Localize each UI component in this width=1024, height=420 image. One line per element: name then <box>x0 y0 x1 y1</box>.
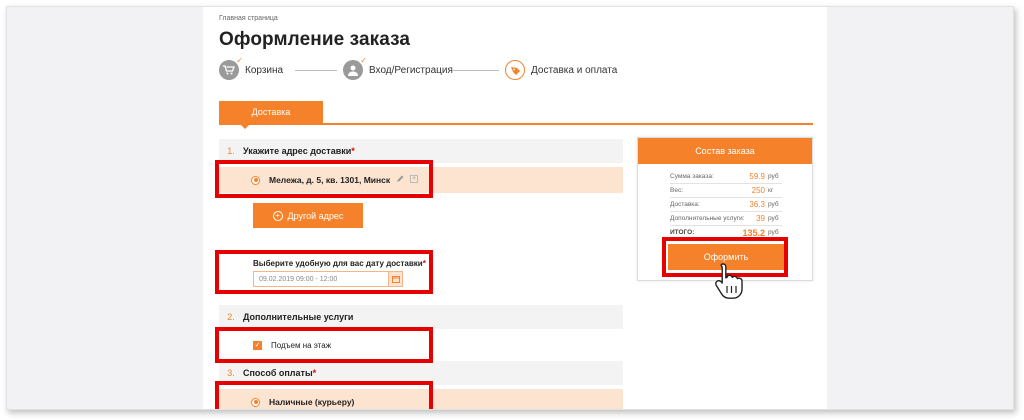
required-mark: * <box>422 259 426 268</box>
hand-cursor-icon <box>715 263 743 299</box>
step-connector <box>295 70 337 71</box>
order-row-key: Сумма заказа: <box>670 173 714 180</box>
tab-delivery[interactable]: Доставка <box>219 101 323 123</box>
required-mark: * <box>351 146 355 156</box>
step-login[interactable]: ✓ Вход/Регистрация <box>343 56 453 81</box>
order-row-value: 135.2 <box>742 227 765 238</box>
order-summary-title: Состав заказа <box>638 138 812 164</box>
section-number: 2. <box>227 312 235 322</box>
floor-lift-checkbox[interactable]: ✓ <box>253 340 262 350</box>
order-row-unit: руб <box>768 173 779 180</box>
screenshot-frame: Главная страница Оформление заказа ✓ Кор… <box>6 6 1014 410</box>
step-check-icon: ✓ <box>236 56 243 65</box>
button-label: Оформить <box>703 252 749 262</box>
calendar-icon[interactable] <box>388 272 402 286</box>
page-title: Оформление заказа <box>219 29 411 50</box>
order-row: Дополнительные услуги: 39 руб <box>670 212 782 226</box>
section-title: Дополнительные услуги <box>243 312 354 322</box>
address-option[interactable]: Мележа, д. 5, кв. 1301, Минск + <box>219 167 623 193</box>
order-row: Сумма заказа: 59.9 руб <box>670 170 782 184</box>
user-icon: ✓ <box>343 56 367 80</box>
order-row-value: 59.9 <box>749 172 765 181</box>
other-address-button[interactable]: + Другой адрес <box>253 203 363 228</box>
address-radio[interactable] <box>251 175 260 185</box>
expand-icon[interactable]: + <box>410 175 419 183</box>
order-row-value: 39 <box>756 214 765 223</box>
order-row-value: 250 <box>751 186 765 195</box>
order-row-unit: кг <box>768 187 774 194</box>
order-row: Вес: 250 кг <box>670 184 782 198</box>
section-extra-services: 2. Дополнительные услуги <box>219 305 623 329</box>
cart-icon: ✓ <box>219 56 243 80</box>
step-label: Доставка и оплата <box>531 64 618 76</box>
tab-arrow <box>239 123 251 129</box>
order-row: Доставка: 36.3 руб <box>670 198 782 212</box>
date-label: Выберите удобную для вас дату доставки* <box>253 259 426 268</box>
tab-bar: Доставка <box>219 101 813 129</box>
breadcrumb[interactable]: Главная страница <box>219 15 278 22</box>
payment-radio[interactable] <box>251 397 260 407</box>
order-row-key: Дополнительные услуги: <box>670 215 745 222</box>
order-row-unit: руб <box>768 201 779 208</box>
payment-option[interactable]: Наличные (курьеру) <box>219 389 623 409</box>
address-text: Мележа, д. 5, кв. 1301, Минск <box>269 175 391 185</box>
step-label: Вход/Регистрация <box>369 64 453 76</box>
order-total-row: ИТОГО: 135.2 руб <box>670 226 782 240</box>
checkout-page: Главная страница Оформление заказа ✓ Кор… <box>203 7 827 409</box>
order-row-key: Доставка: <box>670 201 700 208</box>
checkout-steps: ✓ Корзина ✓ Вход/Регистрация Доставка и … <box>219 56 819 81</box>
date-value: 09.02.2019 09:00 - 12:00 <box>259 275 338 283</box>
delivery-icon <box>505 60 525 80</box>
step-cart[interactable]: ✓ Корзина <box>219 56 284 81</box>
step-check-icon: ✓ <box>360 56 367 65</box>
required-mark: * <box>312 368 317 378</box>
section-title: Способ оплаты <box>243 368 313 378</box>
section-number: 3. <box>227 368 235 378</box>
extra-service-label: Подъем на этаж <box>271 340 332 350</box>
button-label: Другой адрес <box>287 210 344 221</box>
order-row-key: Вес: <box>670 187 684 194</box>
step-connector <box>453 70 499 71</box>
section-title: Укажите адрес доставки <box>243 146 352 156</box>
order-summary: Состав заказа Сумма заказа: 59.9 руб Вес… <box>637 137 813 281</box>
order-row-value: 36.3 <box>749 200 765 209</box>
step-label: Корзина <box>245 64 284 76</box>
delivery-date-input[interactable]: 09.02.2019 09:00 - 12:00 <box>253 271 403 287</box>
extra-service-option[interactable]: ✓ Подъем на этаж <box>219 333 623 357</box>
order-row-key: ИТОГО: <box>670 229 695 236</box>
date-label-text: Выберите удобную для вас дату доставки <box>253 259 423 268</box>
plus-icon: + <box>272 210 283 221</box>
section-delivery-address: 1. Укажите адрес доставки * <box>219 139 623 163</box>
order-row-unit: руб <box>768 229 779 236</box>
order-row-unit: руб <box>768 215 779 222</box>
step-delivery[interactable]: Доставка и оплата <box>505 59 617 81</box>
pencil-icon[interactable] <box>396 175 404 185</box>
payment-text: Наличные (курьеру) <box>269 397 355 407</box>
section-number: 1. <box>227 146 235 156</box>
section-payment: 3. Способ оплаты * <box>219 361 623 385</box>
